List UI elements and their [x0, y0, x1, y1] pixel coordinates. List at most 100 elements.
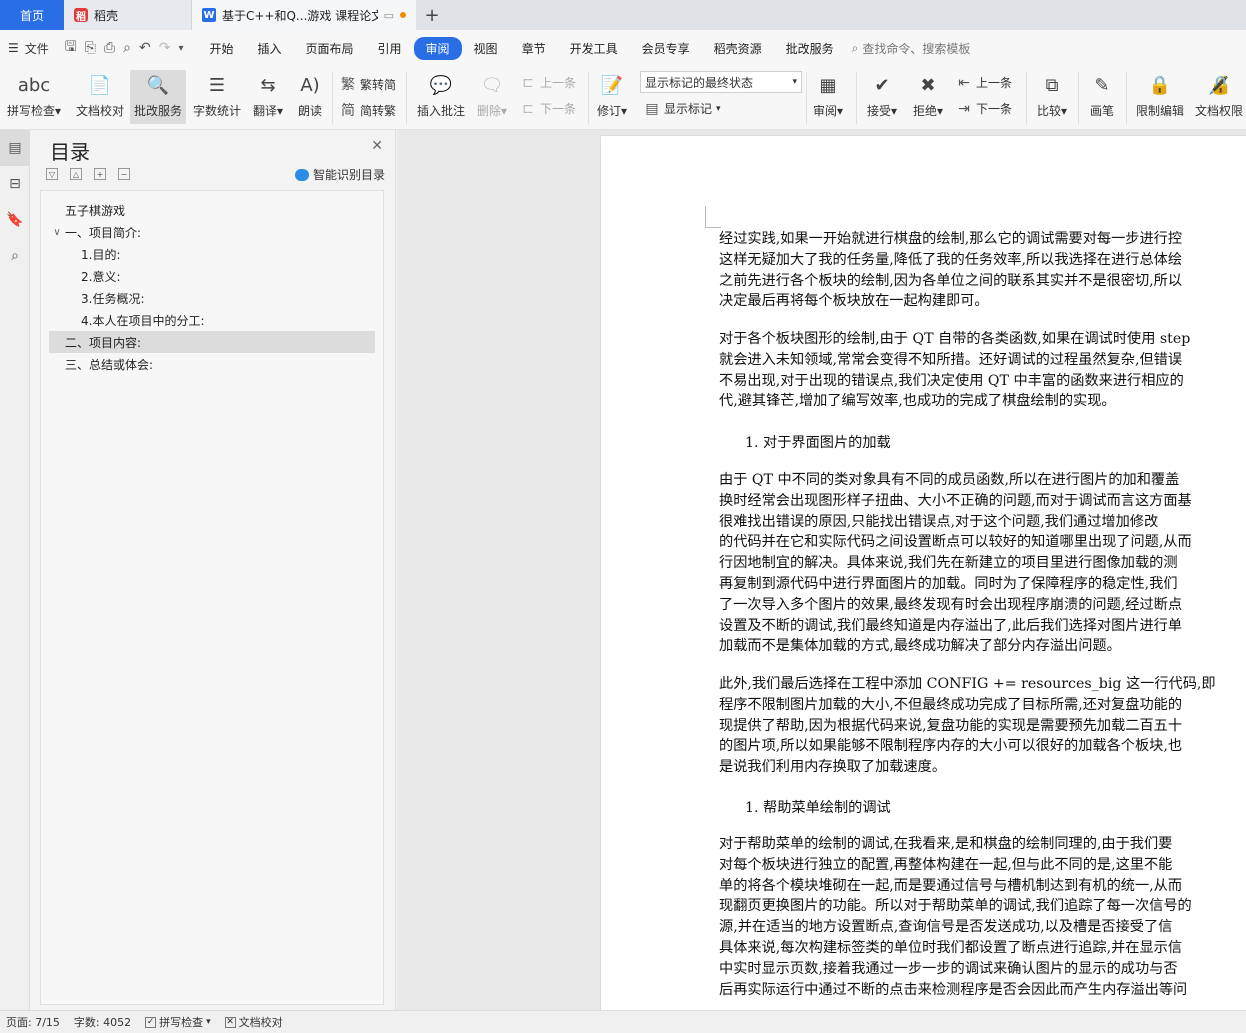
word-count-indicator[interactable]: 字数: 4052	[74, 1014, 131, 1030]
reject-icon: ✖	[920, 74, 936, 96]
redo-icon[interactable]: ↷	[159, 40, 171, 56]
export-pdf-icon[interactable]: ⎘	[85, 40, 96, 56]
expand-all-icon[interactable]: +	[94, 168, 106, 180]
document-paragraph: 此外,我们最后选择在工程中添加 CONFIG += resources_big …	[719, 674, 1246, 778]
show-marks-button[interactable]: ▤ 显示标记 ▾	[644, 100, 720, 117]
menu-tab[interactable]: 开始	[197, 37, 245, 60]
tab-home[interactable]: 首页	[0, 0, 64, 30]
compare-icon: ⧉	[1045, 74, 1059, 96]
paragraph-line: 换时经常会出现图形样子扭曲、大小不正确的问题,而对于调试而言这方面基	[719, 492, 1192, 509]
pen-button[interactable]: ✎ 画笔	[1084, 70, 1120, 119]
word-count-button[interactable]: ☰ 字数统计	[190, 70, 244, 119]
page-indicator[interactable]: 页面: 7/15	[6, 1014, 60, 1030]
daoke-logo-icon: 稻	[74, 8, 88, 23]
print-icon[interactable]: ⎙	[104, 40, 115, 56]
review-pane-label: 审阅▾	[812, 104, 844, 118]
doc-proof-button[interactable]: 📄 文档校对	[72, 70, 128, 119]
search-icon: ⌕	[851, 40, 859, 55]
insert-comment-button[interactable]: 💬 插入批注	[414, 70, 468, 119]
menu-tab[interactable]: 稻壳资源	[702, 37, 774, 60]
trad-to-simp-button[interactable]: 繁 繁转简	[340, 74, 396, 94]
menu-tab[interactable]: 审阅	[413, 36, 462, 60]
document-page[interactable]: 经过实践,如果一开始就进行棋盘的绘制,那么它的调试需要对每一步进行控 这样无疑加大…	[601, 136, 1246, 1016]
menu-tab[interactable]: 页面布局	[294, 37, 366, 60]
expand-down-icon[interactable]: ▽	[46, 168, 58, 180]
tab-daoke[interactable]: 稻 稻壳	[64, 0, 192, 30]
bookmark-icon[interactable]: 🔖	[0, 202, 30, 238]
menu-tab[interactable]: 开发工具	[558, 37, 630, 60]
undo-icon[interactable]: ↶	[139, 40, 151, 56]
trad-simp-icon: 繁	[341, 77, 355, 93]
correction-service-button[interactable]: 🔍 批改服务	[130, 70, 186, 124]
paragraph-line: 的图片项,所以如果能够不限制程序内存的大小可以很好的加载各个板块,也	[719, 738, 1183, 755]
search-icon[interactable]: ⌕	[0, 238, 30, 274]
outline-item[interactable]: 3.任务概况:	[49, 287, 375, 309]
accept-button[interactable]: ✔ 接受▾	[864, 70, 900, 119]
outline-title: 目录	[50, 140, 90, 164]
compare-label: 比较▾	[1036, 104, 1068, 118]
close-icon[interactable]: ✕	[371, 138, 383, 154]
paragraph-line: 后再实际运行中通过不断的点击来检测程序是否会因此而产生内存溢出等问	[719, 981, 1188, 998]
menu-tab[interactable]: 批改服务	[774, 37, 846, 60]
menu-tabs: 开始 插入 页面布局 引用 审阅 视图 章节 开发工具 会员专享 稻壳资源 批改服务	[197, 36, 846, 60]
status-doc-proof[interactable]: ✕ 文档校对	[224, 1014, 283, 1030]
show-marks-label: 显示标记	[664, 102, 713, 116]
paragraph-line: 这样无疑加大了我的任务量,降低了我的任务效率,所以我选择在进行总体绘	[719, 251, 1183, 268]
outline-icon[interactable]: ▤	[0, 130, 30, 166]
menu-tab[interactable]: 插入	[245, 37, 293, 60]
print-preview-icon[interactable]: ⌕	[123, 40, 131, 56]
tab-document[interactable]: W 基于C++和Q...游戏 课程论文 ▭	[192, 0, 416, 30]
display-mode-select[interactable]: 显示标记的最终状态 ▾	[640, 71, 802, 93]
section-heading: 1. 对于界面图片的加载	[745, 435, 891, 451]
page-corner-mark	[705, 206, 721, 228]
delete-comment-button[interactable]: 🗨 删除▾	[474, 70, 510, 119]
new-tab-button[interactable]: +	[416, 0, 448, 30]
menu-tab[interactable]: 视图	[462, 37, 510, 60]
delete-comment-icon: 🗨	[480, 74, 504, 96]
next-change-button[interactable]: ⇥ 下一条	[956, 100, 1012, 117]
compare-button[interactable]: ⧉ 比较▾	[1032, 70, 1072, 119]
paragraph-line: 加载而不是集体加载的方式,最终成功解决了部分内存溢出问题。	[719, 638, 1121, 655]
menu-tab[interactable]: 章节	[510, 37, 558, 60]
document-area: 经过实践,如果一开始就进行棋盘的绘制,那么它的调试需要对每一步进行控 这样无疑加大…	[397, 130, 1246, 1016]
document-permission-button[interactable]: 🔏 文档权限	[1192, 70, 1246, 119]
command-search[interactable]: ⌕ 查找命令、搜索模板	[852, 40, 971, 57]
prev-comment-label: 上一条	[540, 76, 577, 90]
outline-item[interactable]: ∨ 一、项目简介:	[49, 221, 375, 243]
smart-toc-button[interactable]: 智能识别目录	[294, 166, 385, 183]
next-comment-button[interactable]: ⊏ 下一条	[520, 100, 576, 117]
outline-item[interactable]: 2.意义:	[49, 265, 375, 287]
save-icon[interactable]: 🖫	[65, 36, 77, 60]
outline-item[interactable]: 五子棋游戏	[49, 199, 375, 221]
menu-tab[interactable]: 会员专享	[630, 37, 702, 60]
spell-check-button[interactable]: abc 拼写检查▾	[4, 70, 64, 119]
outline-toolbar: ▽ △ + −	[46, 168, 130, 180]
collapse-all-icon[interactable]: −	[118, 168, 130, 180]
window-icon[interactable]: ▭	[384, 9, 394, 22]
track-changes-button[interactable]: 📝 修订▾	[592, 70, 632, 119]
outline-item[interactable]: 1.目的:	[49, 243, 375, 265]
simp-to-trad-button[interactable]: 简 简转繁	[340, 100, 396, 120]
outline-item[interactable]: 二、项目内容:	[49, 331, 375, 353]
paragraph-line: 具体来说,每次构建标签类的单位时我们都设置了断点进行追踪,并在显示信	[719, 939, 1183, 956]
reject-button[interactable]: ✖ 拒绝▾	[910, 70, 946, 119]
read-aloud-button[interactable]: A) 朗读	[292, 70, 328, 119]
restrict-editing-button[interactable]: 🔒 限制编辑	[1132, 70, 1188, 119]
outline-panel: 目录 ✕ ▽ △ + − 智能识别目录 五子棋游戏 ∨ 一、项目简介: 1.目的: 2.…	[30, 130, 396, 1010]
file-menu[interactable]: ☰ 文件	[0, 40, 57, 57]
chapter-nav-icon[interactable]: ⊟	[0, 166, 30, 202]
outline-item[interactable]: 三、总结或体会:	[49, 353, 375, 375]
translate-button[interactable]: ⇆ 翻译▾	[248, 70, 288, 119]
collapse-up-icon[interactable]: △	[70, 168, 82, 180]
status-spell-check[interactable]: ✓ 拼写检查 ▾	[145, 1014, 211, 1030]
menu-tab[interactable]: 引用	[366, 37, 414, 60]
status-spell-label: 拼写检查	[159, 1016, 204, 1029]
customize-chevron-icon[interactable]: ▾	[178, 43, 183, 54]
prev-change-button[interactable]: ⇤ 上一条	[956, 74, 1012, 91]
chevron-down-icon[interactable]: ∨	[49, 227, 65, 238]
review-pane-button[interactable]: ▦ 审阅▾	[810, 70, 846, 119]
prev-comment-button[interactable]: ⊏ 上一条	[520, 74, 576, 91]
menu-bar: ☰ 文件 🖫 ⎘ ⎙ ⌕ ↶ ↷ ▾ 开始 插入 页面布局 引用 审阅 视图 章节 开发工具会…	[0, 30, 1246, 66]
outline-item[interactable]: 4.本人在项目中的分工:	[49, 309, 375, 331]
paragraph-line: 单的将各个模块堆砌在一起,而是要通过信号与槽机制达到有机的统一,从而	[719, 877, 1183, 894]
